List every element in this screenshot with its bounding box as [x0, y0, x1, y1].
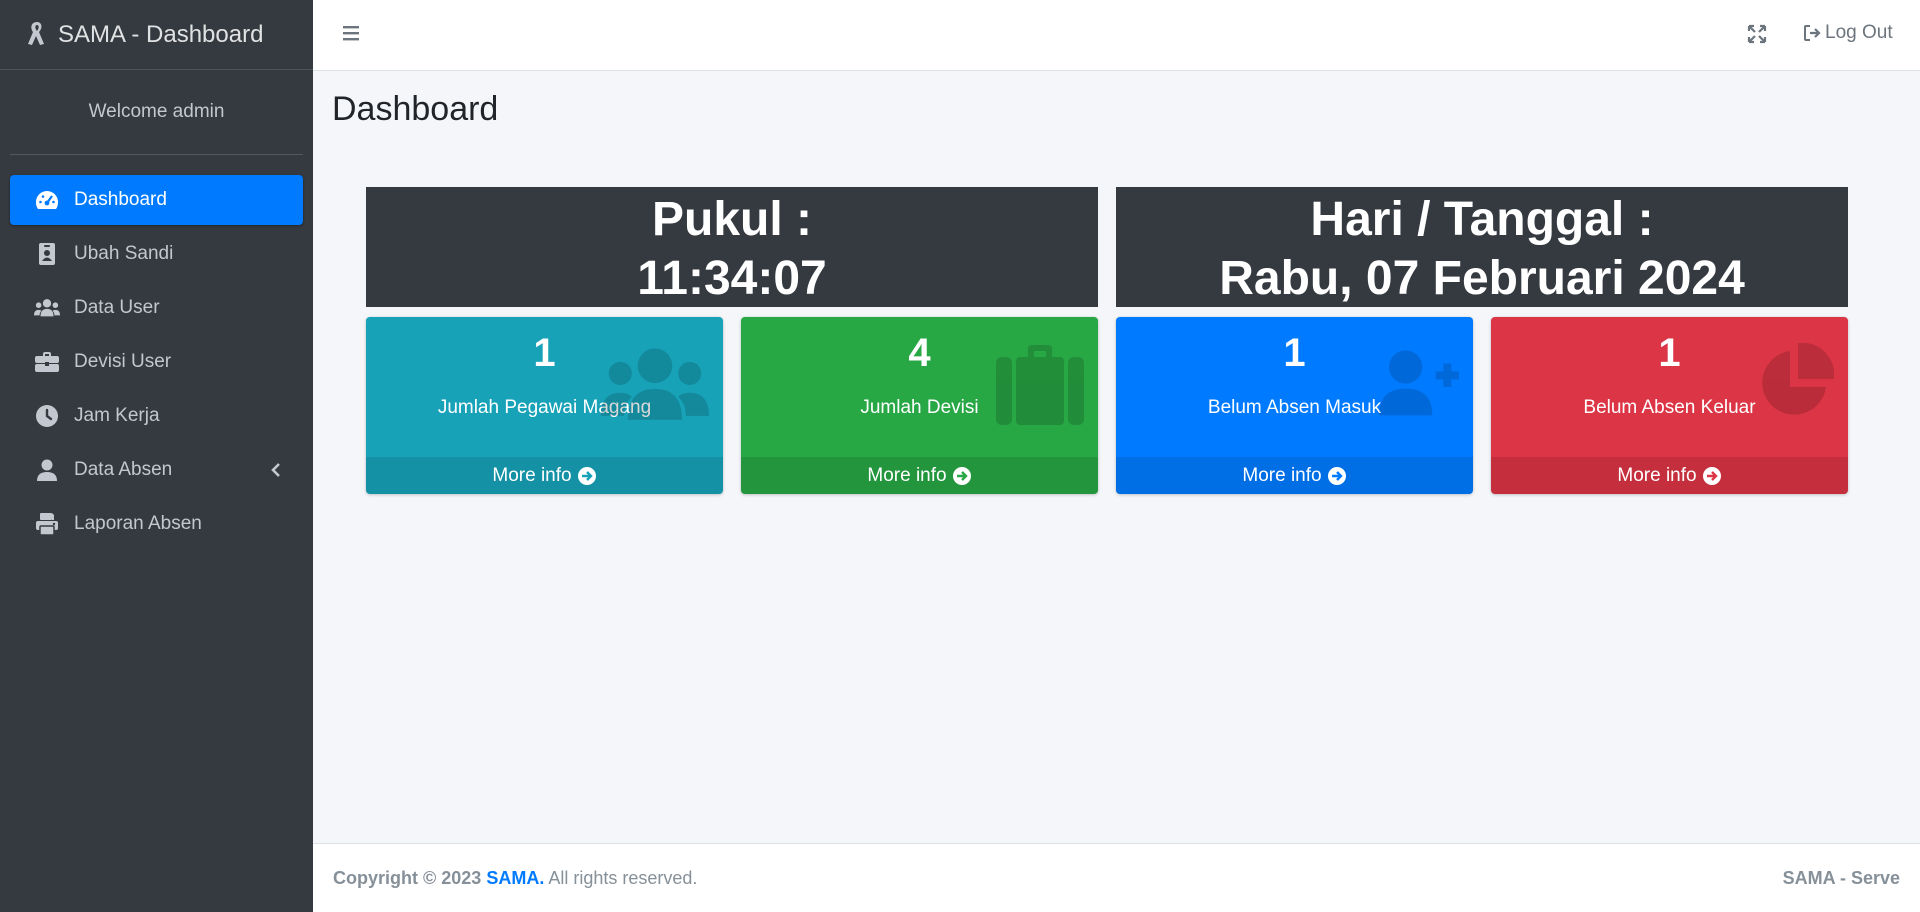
more-info-link[interactable]: More info — [1491, 457, 1848, 494]
user-icon — [34, 458, 60, 482]
welcome-text: Welcome admin — [88, 101, 225, 122]
sidebar-item-label: Ubah Sandi — [74, 243, 174, 264]
footer-brand-link[interactable]: SAMA. — [486, 868, 544, 888]
more-info-link[interactable]: More info — [741, 457, 1098, 494]
clock-icon — [34, 404, 60, 428]
stat-box-belum-absen-masuk: 1 Belum Absen Masuk More info — [1116, 317, 1473, 494]
top-navbar: Log Out — [313, 0, 1920, 71]
copyright-text: Copyright © 2023 SAMA. All rights reserv… — [333, 868, 697, 889]
date-value: Rabu, 07 Februari 2024 — [1219, 252, 1745, 305]
stat-box-devisi: 4 Jumlah Devisi More info — [741, 317, 1098, 494]
users-icon — [601, 345, 709, 430]
clock-time: 11:34:07 — [637, 252, 827, 305]
arrow-circle-right-icon — [1327, 466, 1346, 485]
logout-label: Log Out — [1825, 22, 1893, 43]
print-icon — [34, 512, 60, 536]
clock-label: Pukul : — [651, 193, 812, 246]
date-panel: Hari / Tanggal : Rabu, 07 Februari 2024 — [1116, 187, 1848, 307]
pie-chart-icon — [1754, 342, 1835, 428]
ribbon-logo-icon — [24, 18, 50, 52]
sidebar-item-jam-kerja[interactable]: Jam Kerja — [10, 391, 303, 441]
sign-out-icon — [1804, 25, 1821, 41]
sidebar-item-label: Devisi User — [74, 351, 172, 372]
suitcase-icon — [996, 345, 1084, 430]
footer-right-text: SAMA - Serve — [1782, 867, 1900, 888]
user-plus-icon — [1379, 347, 1459, 422]
more-info-label: More info — [492, 464, 572, 486]
sidebar-item-ubah-sandi[interactable]: Ubah Sandi — [10, 229, 303, 279]
chevron-left-icon — [271, 462, 281, 484]
sidebar: SAMA - Dashboard Welcome admin Dashboard… — [0, 0, 313, 912]
sidebar-item-label: Data Absen — [74, 459, 173, 480]
more-info-label: More info — [1242, 464, 1322, 486]
sidebar-item-label: Jam Kerja — [74, 405, 160, 426]
sidebar-item-dashboard[interactable]: Dashboard — [10, 175, 303, 225]
rights-text: All rights reserved. — [548, 867, 698, 888]
sidebar-item-devisi-user[interactable]: Devisi User — [10, 337, 303, 387]
sidebar-item-label: Laporan Absen — [74, 513, 202, 534]
more-info-link[interactable]: More info — [366, 457, 723, 494]
hamburger-icon[interactable] — [341, 24, 361, 47]
copyright-prefix: Copyright © 2023 — [333, 867, 482, 888]
sidebar-item-label: Data User — [74, 297, 160, 318]
arrow-circle-right-icon — [577, 466, 596, 485]
page-title: Dashboard — [332, 90, 499, 128]
sidebar-item-laporan-absen[interactable]: Laporan Absen — [10, 499, 303, 549]
sidebar-nav: Dashboard Ubah Sandi Data User Devisi Us… — [0, 155, 313, 549]
more-info-label: More info — [1617, 464, 1697, 486]
date-label: Hari / Tanggal : — [1310, 193, 1654, 246]
id-badge-icon — [34, 242, 60, 266]
main-footer: Copyright © 2023 SAMA. All rights reserv… — [313, 843, 1920, 912]
sidebar-item-data-user[interactable]: Data User — [10, 283, 303, 333]
stat-box-belum-absen-keluar: 1 Belum Absen Keluar More info — [1491, 317, 1848, 494]
brand-title: SAMA - Dashboard — [58, 20, 264, 48]
arrow-circle-right-icon — [952, 466, 971, 485]
expand-icon[interactable] — [1747, 24, 1767, 49]
arrow-circle-right-icon — [1702, 466, 1721, 485]
users-icon — [34, 296, 60, 320]
briefcase-icon — [34, 350, 60, 374]
more-info-link[interactable]: More info — [1116, 457, 1473, 494]
sidebar-item-data-absen[interactable]: Data Absen — [10, 445, 303, 495]
tachometer-icon — [34, 188, 60, 212]
more-info-label: More info — [867, 464, 947, 486]
user-panel: Welcome admin — [10, 70, 303, 155]
clock-panel: Pukul : 11:34:07 — [366, 187, 1098, 307]
logout-button[interactable]: Log Out — [1803, 22, 1893, 44]
sidebar-item-label: Dashboard — [74, 189, 167, 210]
brand-link[interactable]: SAMA - Dashboard — [0, 0, 313, 70]
stat-box-pegawai-magang: 1 Jumlah Pegawai Magang More info — [366, 317, 723, 494]
